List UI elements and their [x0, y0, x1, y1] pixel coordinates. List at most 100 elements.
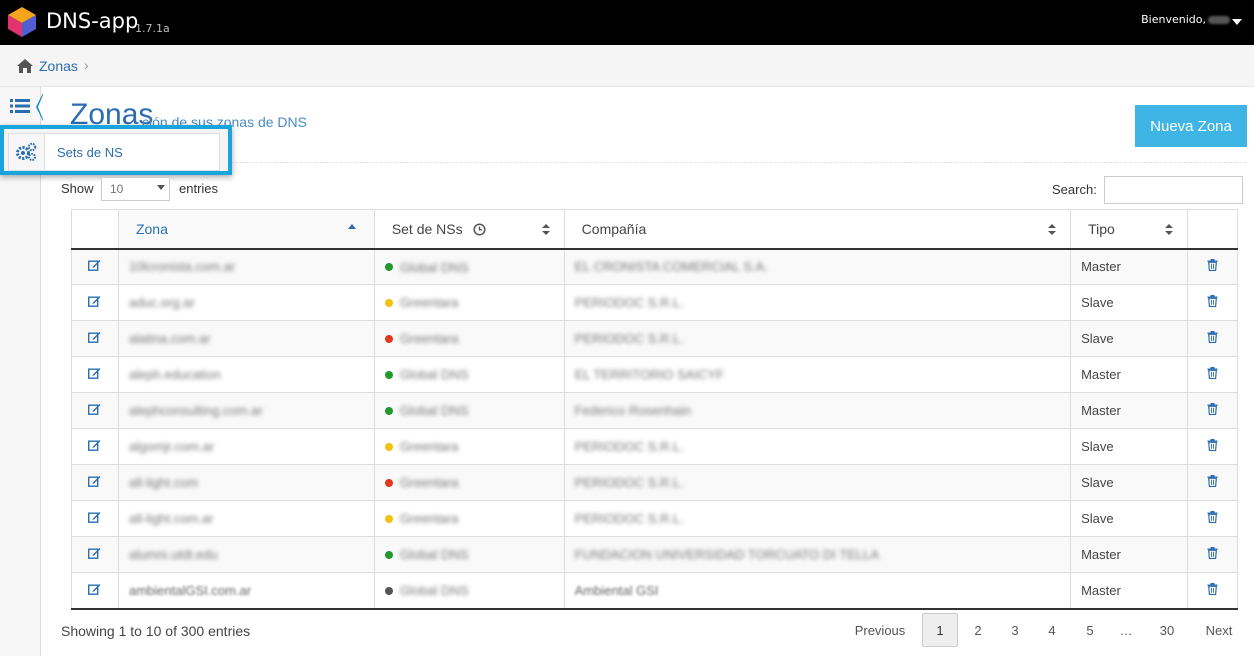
search-input[interactable]	[1104, 176, 1243, 204]
set-name: Global DNS	[399, 547, 469, 563]
pagination-page[interactable]: 2	[964, 613, 992, 647]
edit-cell	[71, 284, 119, 321]
edit-icon[interactable]	[88, 547, 101, 562]
status-dot-icon	[384, 586, 393, 595]
company-name: PERIODOC S.R.L.	[574, 439, 684, 454]
delete-cell	[1187, 428, 1238, 465]
company-cell: PERIODOC S.R.L.	[563, 428, 1072, 465]
trash-icon[interactable]	[1207, 295, 1218, 310]
status-dot-icon	[384, 442, 393, 451]
zona-name[interactable]: all-light.com.ar	[129, 511, 214, 526]
trash-icon[interactable]	[1207, 511, 1218, 526]
pagination-page[interactable]: 30	[1150, 613, 1184, 647]
set-name: Greentara	[399, 511, 459, 527]
zona-name[interactable]: alephconsulting.com.ar	[129, 403, 263, 418]
edit-icon[interactable]	[88, 331, 101, 346]
pagination-page[interactable]: 4	[1038, 613, 1066, 647]
edit-cell	[71, 248, 119, 285]
table-row: alephconsulting.com.ar Global DNS Federico…	[71, 392, 1238, 429]
company-name: Federico Rosenhain	[574, 403, 692, 418]
user-menu[interactable]: Bienvenido,	[1141, 13, 1230, 26]
edit-icon[interactable]	[88, 475, 101, 490]
sidebar-item-sets-de-ns[interactable]: Sets de NS	[8, 133, 220, 171]
edit-cell	[71, 356, 119, 393]
status-dot-icon	[384, 514, 393, 523]
edit-icon[interactable]	[88, 439, 101, 454]
pagination-previous[interactable]: Previous	[846, 613, 914, 647]
list-menu-icon[interactable]	[10, 98, 30, 114]
trash-icon[interactable]	[1207, 367, 1218, 382]
chevron-down-icon[interactable]	[1232, 19, 1242, 25]
edit-icon[interactable]	[88, 403, 101, 418]
edit-cell	[71, 572, 119, 610]
pagination-page[interactable]: 3	[1001, 613, 1029, 647]
table-row: all-light.com Greentara PERIODOC S.R.L. Sla…	[71, 464, 1238, 501]
cogs-icon	[16, 142, 37, 161]
column-header-compania[interactable]: Compañía	[563, 209, 1072, 250]
chevron-right-icon: ›	[84, 57, 89, 73]
tipo-cell: Master	[1070, 356, 1188, 393]
delete-cell	[1187, 320, 1238, 357]
trash-icon[interactable]	[1207, 331, 1218, 346]
trash-icon[interactable]	[1207, 403, 1218, 418]
trash-icon[interactable]	[1207, 475, 1218, 490]
new-zone-button[interactable]: Nueva Zona	[1135, 105, 1247, 147]
zona-name[interactable]: aleph.education	[129, 367, 221, 382]
trash-icon[interactable]	[1207, 582, 1218, 598]
edit-cell	[71, 536, 119, 573]
tipo-value: Master	[1081, 582, 1121, 598]
breadcrumb-item-zonas[interactable]: Zonas	[39, 58, 78, 74]
zona-cell: aleph.education	[117, 356, 375, 393]
entries-label: entries	[179, 181, 219, 196]
company-cell: EL CRONISTA COMERCIAL S.A.	[563, 248, 1072, 285]
company-name: EL CRONISTA COMERCIAL S.A.	[574, 259, 768, 275]
trash-icon[interactable]	[1207, 439, 1218, 454]
tipo-cell: Slave	[1070, 320, 1188, 357]
zona-name[interactable]: algomjr.com.ar	[129, 439, 214, 454]
welcome-text: Bienvenido,	[1141, 13, 1206, 26]
status-dot-icon	[384, 298, 393, 307]
trash-icon[interactable]	[1207, 259, 1218, 274]
app-name: DNS-app	[46, 9, 139, 33]
zona-name[interactable]: ambientalGSI.com.ar	[129, 583, 251, 598]
sidebar-submenu: Sets de NS	[0, 125, 232, 175]
set-name: Greentara	[399, 439, 459, 455]
company-cell: EL TERRITORIO SAICYF	[563, 356, 1072, 393]
user-name-redacted	[1208, 15, 1230, 24]
delete-cell	[1187, 284, 1238, 321]
zona-cell: alatina.com.ar	[117, 320, 375, 357]
edit-icon[interactable]	[88, 367, 101, 382]
home-icon[interactable]	[16, 58, 34, 74]
zona-name[interactable]: 10lcronista.com.ar	[129, 259, 235, 274]
zona-cell: ambientalGSI.com.ar	[117, 572, 375, 610]
tipo-cell: Slave	[1070, 428, 1188, 465]
set-name: Global DNS	[399, 583, 469, 598]
set-cell: Greentara	[373, 284, 565, 321]
caret-down-icon	[157, 185, 165, 190]
table-header-row: Zona Set de NSs Compañía Tipo	[71, 209, 1238, 250]
column-header-set[interactable]: Set de NSs	[373, 209, 565, 250]
company-name: PERIODOC S.R.L.	[574, 511, 684, 526]
pagination-page[interactable]: 1	[922, 613, 958, 647]
set-cell: Global DNS	[373, 356, 565, 393]
zona-name[interactable]: aduc.org.ar	[129, 295, 195, 310]
tipo-value: Slave	[1081, 295, 1114, 310]
trash-icon[interactable]	[1207, 547, 1218, 562]
tipo-cell: Slave	[1070, 464, 1188, 501]
edit-icon[interactable]	[88, 511, 101, 526]
edit-icon[interactable]	[88, 583, 101, 598]
set-cell: Global DNS	[373, 392, 565, 429]
pagination-next[interactable]: Next	[1198, 613, 1240, 647]
column-header-tipo[interactable]: Tipo	[1070, 209, 1188, 250]
edit-icon[interactable]	[88, 259, 101, 274]
search-label: Search:	[1052, 182, 1097, 197]
column-header-zona[interactable]: Zona	[117, 209, 375, 250]
zona-name[interactable]: alatina.com.ar	[129, 331, 211, 346]
pagination-page[interactable]: 5	[1076, 613, 1104, 647]
edit-icon[interactable]	[88, 295, 101, 310]
zona-name[interactable]: alumni.utdt.edu	[129, 547, 218, 562]
sort-asc-icon	[347, 224, 356, 229]
zona-name[interactable]: all-light.com	[129, 475, 198, 490]
delete-cell	[1187, 500, 1238, 537]
delete-cell	[1187, 536, 1238, 573]
